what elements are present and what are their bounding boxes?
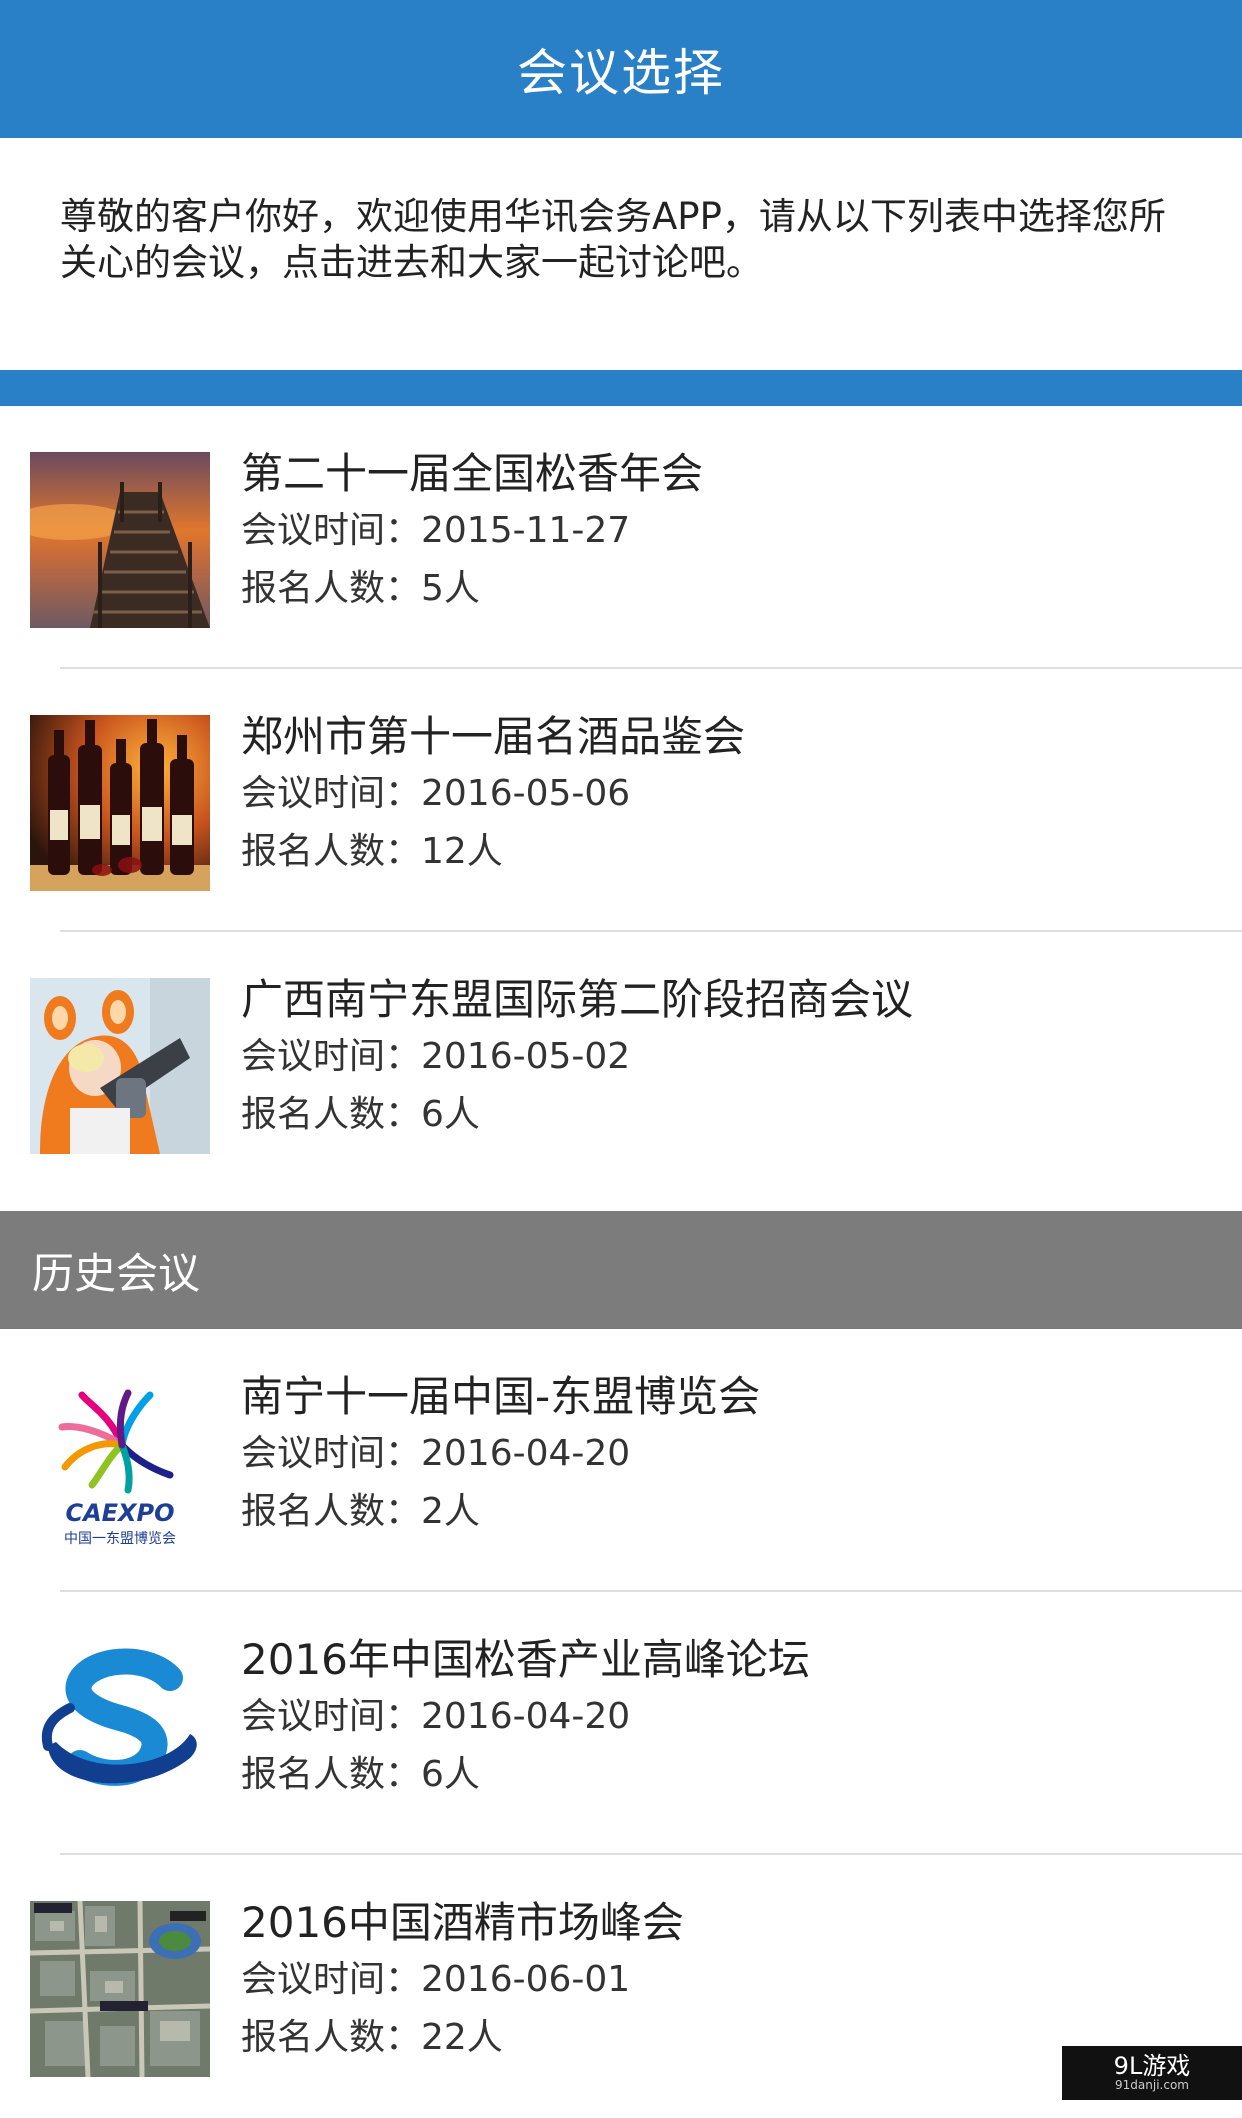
- intro-message: 尊敬的客户你好，欢迎使用华讯会务APP，请从以下列表中选择您所关心的会议，点击进…: [60, 195, 1166, 284]
- meeting-time: 会议时间：2016-06-01: [241, 1959, 631, 2000]
- history-meeting-list: CAEXPO 中国一东盟博览会 南宁十一届中国-东盟博览会 会议时间：2016-…: [0, 1329, 1242, 2118]
- caexpo-logo-text: CAEXPO: [65, 1499, 174, 1527]
- aerial-map-photo: [30, 1901, 210, 2077]
- meeting-info: 2016年中国松香产业高峰论坛 会议时间：2016-04-20 报名人数：6人: [241, 1636, 1222, 1796]
- meeting-title: 广西南宁东盟国际第二阶段招商会议: [241, 975, 914, 1024]
- meeting-time: 会议时间：2016-04-20: [241, 1433, 631, 1474]
- history-section-header: 历史会议: [0, 1211, 1242, 1329]
- watermark-subtext: 91danji.com: [1115, 2078, 1189, 2092]
- blue-s-orbit-logo: [30, 1638, 210, 1814]
- meeting-list-item[interactable]: 第二十一届全国松香年会 会议时间：2015-11-27 报名人数：5人: [0, 406, 1242, 669]
- caexpo-logo-subtext: 中国一东盟博览会: [64, 1530, 176, 1547]
- meeting-info: 南宁十一届中国-东盟博览会 会议时间：2016-04-20 报名人数：2人: [241, 1373, 1222, 1533]
- meeting-time: 会议时间：2016-05-02: [241, 1036, 631, 1077]
- meeting-list-item[interactable]: 广西南宁东盟国际第二阶段招商会议 会议时间：2016-05-02 报名人数：6人: [0, 932, 1242, 1195]
- meeting-list-item[interactable]: CAEXPO 中国一东盟博览会 南宁十一届中国-东盟博览会 会议时间：2016-…: [0, 1329, 1242, 1592]
- meeting-signup-count: 报名人数：5人: [241, 568, 480, 609]
- wine-bottles-photo: [30, 715, 210, 891]
- current-meeting-list: 第二十一届全国松香年会 会议时间：2015-11-27 报名人数：5人 郑州市第…: [0, 406, 1242, 1195]
- meeting-info: 广西南宁东盟国际第二阶段招商会议 会议时间：2016-05-02 报名人数：6人: [241, 976, 1222, 1136]
- caexpo-logo: CAEXPO 中国一东盟博览会: [30, 1375, 210, 1551]
- meeting-info: 第二十一届全国松香年会 会议时间：2015-11-27 报名人数：5人: [241, 450, 1222, 610]
- meeting-list-item[interactable]: 郑州市第十一届名酒品鉴会 会议时间：2016-05-06 报名人数：12人: [0, 669, 1242, 932]
- meeting-signup-count: 报名人数：6人: [241, 1094, 480, 1135]
- meeting-title: 南宁十一届中国-东盟博览会: [241, 1372, 761, 1421]
- meeting-time: 会议时间：2016-05-06: [241, 773, 631, 814]
- nav-bar: 会议选择: [0, 0, 1242, 138]
- watermark-text: 9L游戏: [1113, 2052, 1191, 2080]
- meeting-info: 郑州市第十一届名酒品鉴会 会议时间：2016-05-06 报名人数：12人: [241, 713, 1222, 873]
- meeting-list-item[interactable]: 2016中国酒精市场峰会 会议时间：2016-06-01 报名人数：22人: [0, 1855, 1242, 2118]
- meeting-time: 会议时间：2016-04-20: [241, 1696, 631, 1737]
- section-divider-bar: [0, 370, 1242, 406]
- orange-hood-girl-photo: [30, 978, 210, 1154]
- meeting-signup-count: 报名人数：6人: [241, 1754, 480, 1795]
- meeting-title: 郑州市第十一届名酒品鉴会: [241, 712, 746, 761]
- meeting-title: 2016中国酒精市场峰会: [241, 1898, 684, 1947]
- history-section-title: 历史会议: [32, 1248, 201, 1298]
- meeting-signup-count: 报名人数：2人: [241, 1491, 480, 1532]
- meeting-list-item[interactable]: 2016年中国松香产业高峰论坛 会议时间：2016-04-20 报名人数：6人: [0, 1592, 1242, 1855]
- page-title: 会议选择: [517, 44, 725, 102]
- meeting-title: 2016年中国松香产业高峰论坛: [241, 1635, 810, 1684]
- site-watermark: 9L游戏 91danji.com: [1062, 2046, 1242, 2100]
- meeting-title: 第二十一届全国松香年会: [241, 449, 704, 498]
- meeting-time: 会议时间：2015-11-27: [241, 510, 631, 551]
- meeting-info: 2016中国酒精市场峰会 会议时间：2016-06-01 报名人数：22人: [241, 1899, 1222, 2059]
- meeting-signup-count: 报名人数：12人: [241, 831, 503, 872]
- pier-sunset-photo: [30, 452, 210, 628]
